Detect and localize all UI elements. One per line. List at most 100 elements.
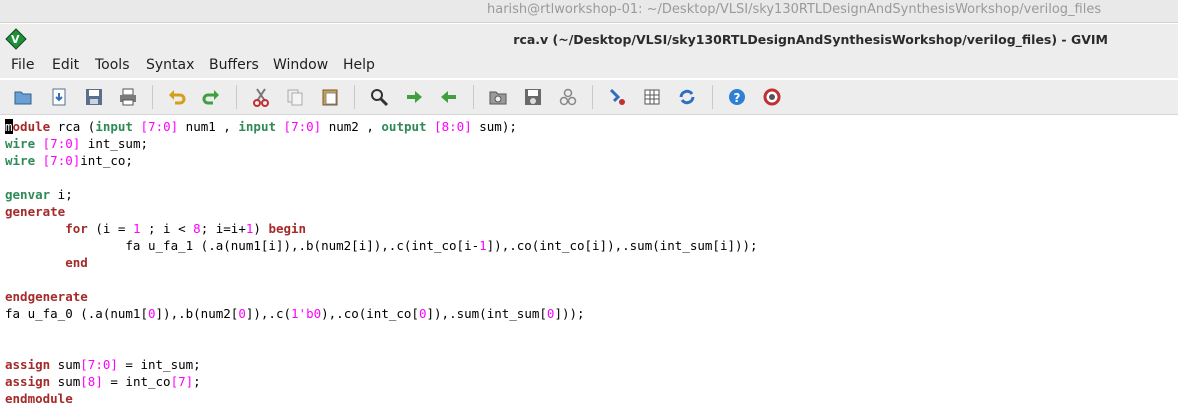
code-token: 7 <box>148 119 156 134</box>
menu-help[interactable]: Help <box>343 57 375 73</box>
code-token: = int_co <box>102 374 171 389</box>
make-icon[interactable] <box>606 86 628 108</box>
code-token: int_sum; <box>80 136 149 151</box>
code-line: assign sum[8] = int_co[7]; <box>5 373 201 390</box>
code-token: input <box>95 119 133 134</box>
print-icon[interactable] <box>117 86 139 108</box>
code-token: assign <box>5 357 51 372</box>
code-token: 1'b0 <box>291 306 322 321</box>
toolbar-separator <box>592 85 593 109</box>
open-icon[interactable] <box>12 86 34 108</box>
code-token: wire <box>5 136 36 151</box>
window-title: rca.v (~/Desktop/VLSI/sky130RTLDesignAnd… <box>513 32 1108 47</box>
code-token: endmodule <box>5 391 73 406</box>
copy-icon[interactable] <box>284 86 306 108</box>
undo-icon[interactable] <box>166 86 188 108</box>
toolbar-separator <box>152 85 153 109</box>
code-token: [8] <box>80 374 103 389</box>
code-token: output <box>381 119 427 134</box>
code-token: ])); <box>554 306 585 321</box>
background-terminal-title: harish@rtlworkshop-01: ~/Desktop/VLSI/sk… <box>487 2 1102 17</box>
code-token: [ <box>140 119 149 134</box>
code-token: num2 , <box>321 119 382 134</box>
menu-file[interactable]: File <box>11 57 34 73</box>
code-token: ; <box>193 374 201 389</box>
menu-syntax[interactable]: Syntax <box>146 57 194 73</box>
menu-edit[interactable]: Edit <box>52 57 79 73</box>
toolbar-separator <box>473 85 474 109</box>
redo-icon[interactable] <box>200 86 222 108</box>
code-token: ; i=i+ <box>200 221 246 236</box>
menu-buffers[interactable]: Buffers <box>209 57 259 73</box>
find-prev-icon[interactable] <box>438 86 460 108</box>
code-token: = int_sum; <box>117 357 201 372</box>
svg-text:?: ? <box>734 91 741 105</box>
code-token: input <box>238 119 277 134</box>
menu-tools[interactable]: Tools <box>95 57 130 73</box>
window-titlebar[interactable]: V rca.v (~/Desktop/VLSI/sky130RTLDesignA… <box>0 24 1178 54</box>
save-session-icon[interactable] <box>522 86 544 108</box>
code-token: genvar <box>5 187 51 202</box>
code-token: (i = <box>87 221 133 236</box>
code-token: for <box>65 221 88 236</box>
code-token: 0 <box>238 306 246 321</box>
code-token: [7:0] <box>42 136 81 151</box>
find-icon[interactable] <box>368 86 390 108</box>
toolbar-separator <box>712 85 713 109</box>
code-line: for (i = 1 ; i < 8; i=i+1) begin <box>5 220 306 237</box>
code-token: rca ( <box>50 119 96 134</box>
code-token: sum); <box>471 119 517 134</box>
code-line: fa u_fa_0 (.a(num1[0]),.b(num2[0]),.c(1'… <box>5 305 585 322</box>
save-download-icon[interactable] <box>48 86 70 108</box>
save-icon[interactable] <box>83 86 105 108</box>
cut-icon[interactable] <box>250 86 272 108</box>
code-line: module rca (input [7:0] num1 , input [7:… <box>5 118 517 135</box>
code-token: end <box>65 255 88 270</box>
code-token: sum <box>50 374 81 389</box>
code-token: int_co; <box>80 153 133 168</box>
run-script-icon[interactable] <box>557 86 579 108</box>
code-token: odule <box>12 119 51 134</box>
find-next-icon[interactable] <box>403 86 425 108</box>
code-token: : <box>155 119 164 134</box>
code-token: generate <box>5 204 66 219</box>
code-token: wire <box>5 153 36 168</box>
toolbar: ? <box>0 80 1178 115</box>
code-editor[interactable]: module rca (input [7:0] num1 , input [7:… <box>0 116 1178 411</box>
menu-window[interactable]: Window <box>273 57 328 73</box>
ctags-icon[interactable] <box>676 86 698 108</box>
code-line: wire [7:0] int_sum; <box>5 135 148 152</box>
shell-icon[interactable] <box>641 86 663 108</box>
code-token: [7:0] <box>283 119 322 134</box>
code-token: begin <box>268 221 307 236</box>
code-token: endgenerate <box>5 289 88 304</box>
toolbar-separator <box>236 85 237 109</box>
code-token: ; i < <box>140 221 194 236</box>
code-token: [7:0] <box>42 153 81 168</box>
code-line: endmodule <box>5 390 73 407</box>
code-token: [7] <box>170 374 194 389</box>
find-help-icon[interactable] <box>761 86 783 108</box>
code-line: assign sum[7:0] = int_sum; <box>5 356 201 373</box>
load-session-icon[interactable] <box>487 86 509 108</box>
paste-icon[interactable] <box>319 86 341 108</box>
background-terminal-titlebar: harish@rtlworkshop-01: ~/Desktop/VLSI/sk… <box>0 0 1178 23</box>
menu-bar: File Edit Tools Syntax Buffers Window He… <box>0 54 1178 78</box>
toolbar-separator <box>354 85 355 109</box>
code-line: wire [7:0]int_co; <box>5 152 133 169</box>
code-token: [8:0] <box>434 119 472 134</box>
code-token: assign <box>5 374 51 389</box>
code-token: fa u_fa_1 (.a(num1[i]),.b(num2[i]),.c(in… <box>5 238 480 253</box>
gvim-logo-icon: V <box>5 28 27 50</box>
code-token: [7:0] <box>80 357 118 372</box>
code-token: 8 <box>193 221 201 236</box>
code-token: ),.co(int_co[ <box>321 306 419 321</box>
code-token: 1 <box>479 238 487 253</box>
code-token: 0 <box>148 306 156 321</box>
help-icon[interactable]: ? <box>726 86 748 108</box>
code-token: 0 <box>418 306 427 321</box>
code-token: ]),.co(int_co[i]),.sum(int_sum[i])); <box>486 238 758 253</box>
